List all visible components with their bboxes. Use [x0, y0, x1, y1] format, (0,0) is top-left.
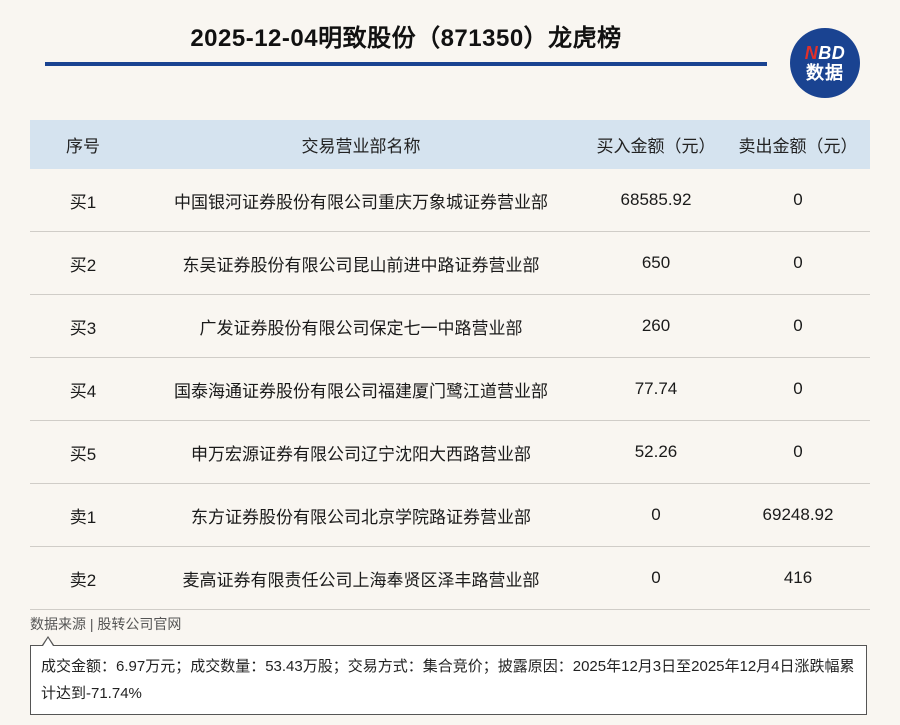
nbd-logo: NBD 数据	[790, 28, 860, 98]
table-row: 买2 东吴证券股份有限公司昆山前进中路证券营业部 650 0	[30, 231, 870, 295]
cell-buy: 650	[586, 231, 726, 295]
cell-buy: 52.26	[586, 420, 726, 484]
callout-pointer-fill	[43, 638, 53, 646]
cell-branch: 申万宏源证券有限公司辽宁沈阳大西路营业部	[136, 420, 586, 484]
page-title: 2025-12-04明致股份（871350）龙虎榜	[190, 25, 622, 52]
logo-text-data: 数据	[806, 63, 844, 83]
cell-seq: 卖1	[30, 483, 136, 547]
cell-buy: 68585.92	[586, 169, 726, 232]
cell-sell: 0	[726, 169, 870, 232]
trade-summary-note: 成交金额：6.97万元；成交数量：53.43万股；交易方式：集合竞价；披露原因：…	[30, 645, 867, 715]
cell-buy: 0	[586, 483, 726, 547]
cell-seq: 卖2	[30, 546, 136, 610]
table-row: 买3 广发证券股份有限公司保定七一中路营业部 260 0	[30, 294, 870, 358]
column-header-seq: 序号	[30, 120, 136, 169]
title-underline	[45, 62, 767, 66]
table-row: 卖2 麦高证券有限责任公司上海奉贤区泽丰路营业部 0 416	[30, 546, 870, 610]
dragon-tiger-table: 序号 交易营业部名称 买入金额（元） 卖出金额（元） 买1 中国银河证券股份有限…	[30, 120, 870, 610]
table-row: 买1 中国银河证券股份有限公司重庆万象城证券营业部 68585.92 0	[30, 169, 870, 232]
cell-branch: 东方证券股份有限公司北京学院路证券营业部	[136, 483, 586, 547]
cell-branch: 广发证券股份有限公司保定七一中路营业部	[136, 294, 586, 358]
cell-seq: 买4	[30, 357, 136, 421]
cell-branch: 麦高证券有限责任公司上海奉贤区泽丰路营业部	[136, 546, 586, 610]
cell-seq: 买1	[30, 169, 136, 232]
table-row: 买4 国泰海通证券股份有限公司福建厦门鹭江道营业部 77.74 0	[30, 357, 870, 421]
cell-buy: 260	[586, 294, 726, 358]
cell-buy: 77.74	[586, 357, 726, 421]
cell-sell: 416	[726, 546, 870, 610]
cell-sell: 69248.92	[726, 483, 870, 547]
table-header-row: 序号 交易营业部名称 买入金额（元） 卖出金额（元）	[30, 120, 870, 169]
cell-branch: 国泰海通证券股份有限公司福建厦门鹭江道营业部	[136, 357, 586, 421]
cell-seq: 买5	[30, 420, 136, 484]
cell-sell: 0	[726, 420, 870, 484]
cell-sell: 0	[726, 231, 870, 295]
cell-seq: 买2	[30, 231, 136, 295]
cell-branch: 东吴证券股份有限公司昆山前进中路证券营业部	[136, 231, 586, 295]
table-row: 买5 申万宏源证券有限公司辽宁沈阳大西路营业部 52.26 0	[30, 420, 870, 484]
column-header-buy: 买入金额（元）	[586, 120, 726, 169]
column-header-branch: 交易营业部名称	[136, 120, 586, 169]
cell-buy: 0	[586, 546, 726, 610]
cell-sell: 0	[726, 357, 870, 421]
column-header-sell: 卖出金额（元）	[726, 120, 870, 169]
cell-sell: 0	[726, 294, 870, 358]
table-row: 卖1 东方证券股份有限公司北京学院路证券营业部 0 69248.92	[30, 483, 870, 547]
logo-text-nbd: NBD	[804, 43, 846, 63]
data-source-label: 数据来源 | 股转公司官网	[30, 616, 182, 632]
cell-branch: 中国银河证券股份有限公司重庆万象城证券营业部	[136, 169, 586, 232]
cell-seq: 买3	[30, 294, 136, 358]
